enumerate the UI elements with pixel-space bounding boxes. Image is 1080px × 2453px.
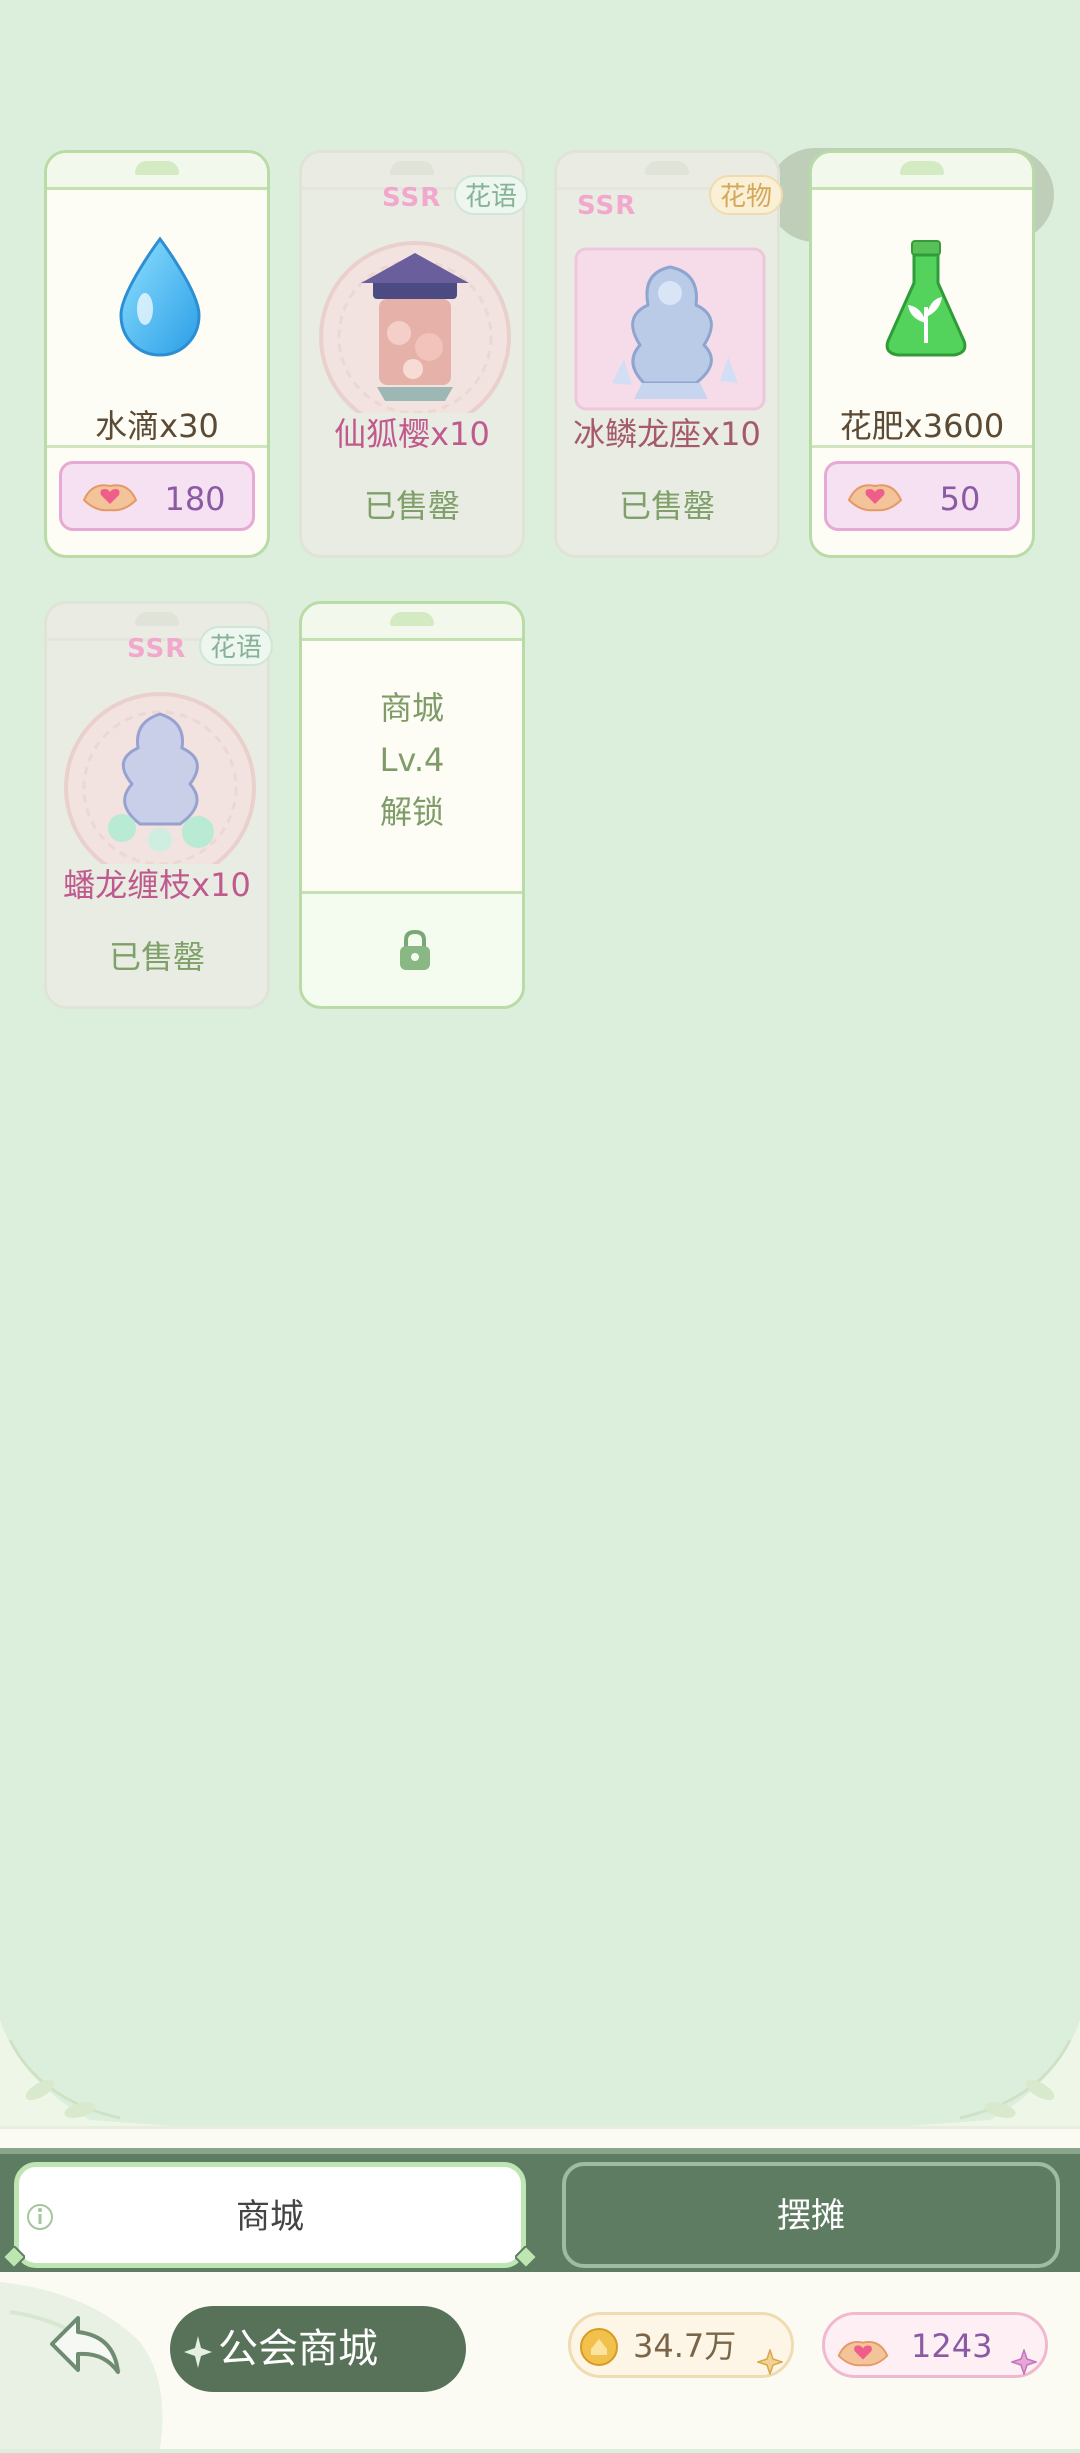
type-tag: 花语 [199, 626, 273, 666]
heart-lotus-coin-icon [80, 478, 140, 514]
card-divider [812, 445, 1032, 448]
add-gold-icon[interactable] [755, 2333, 785, 2377]
back-arrow-icon [48, 2310, 128, 2384]
type-tag: 花语 [454, 175, 528, 215]
price-button[interactable]: 180 [59, 461, 255, 531]
shop-item-coiled-dragon[interactable]: SSR 花语 蟠龙缠枝x10 已售罄 [44, 601, 273, 1009]
heart-currency[interactable]: 1243 [822, 2312, 1048, 2378]
item-name: 仙狐樱x10 [334, 415, 490, 453]
ssr-badge: SSR [577, 191, 637, 221]
shop-item-water[interactable]: 水滴x30 180 [44, 150, 270, 558]
shop-item-ice-dragon[interactable]: SSR 花物 冰鳞龙座x10 已售罄 [554, 150, 783, 558]
sold-out-label: 已售罄 [618, 487, 715, 525]
fertilizer-flask-icon [880, 237, 972, 359]
price-value: 180 [164, 480, 226, 518]
unlock-requirement: 商城 Lv.4 解锁 [302, 682, 522, 838]
card-hanger [390, 612, 434, 626]
ice-dragon-art [572, 213, 768, 413]
price-value: 50 [939, 480, 981, 518]
gold-coin-icon [579, 2325, 619, 2366]
bottom-tab-bar: 商城 摆摊 [0, 2148, 1080, 2278]
page-title-text: 公会商城 [218, 2326, 378, 2372]
ssr-badge: SSR [127, 634, 187, 664]
tab-shop-label: 商城 [236, 2197, 304, 2237]
floral-decoration-left [0, 2000, 200, 2130]
card-divider [47, 445, 267, 448]
sold-out-label: 已售罄 [363, 487, 460, 525]
card-hanger [645, 161, 689, 175]
fox-cherry-art [317, 213, 513, 433]
bottom-footer: 公会商城 34.7万 1243 [0, 2272, 1080, 2449]
gold-amount: 34.7万 [633, 2327, 737, 2365]
diamond-marker-icon [513, 2207, 539, 2270]
heart-lotus-coin-icon [845, 478, 905, 514]
item-name: 蟠龙缠枝x10 [63, 866, 251, 904]
floral-decoration-right [880, 2000, 1080, 2130]
tab-stall[interactable]: 摆摊 [562, 2162, 1060, 2268]
water-drop-icon [113, 235, 207, 359]
tab-stall-label: 摆摊 [777, 2196, 845, 2236]
gold-currency[interactable]: 34.7万 [568, 2312, 794, 2378]
add-hearts-icon[interactable] [1009, 2333, 1039, 2377]
shop-item-fertilizer[interactable]: 花肥x3600 50 [809, 150, 1035, 558]
item-name: 冰鳞龙座x10 [573, 415, 761, 453]
heart-amount: 1243 [911, 2327, 993, 2365]
card-hanger [135, 612, 179, 626]
locked-slot-card[interactable]: 商城 Lv.4 解锁 [299, 601, 525, 1009]
sparkle-icon [184, 2324, 212, 2374]
back-button[interactable] [40, 2302, 160, 2392]
card-hanger [135, 161, 179, 175]
unlock-line-2: Lv.4 [379, 741, 445, 779]
tab-shop[interactable]: 商城 [1, 2162, 539, 2270]
item-name: 水滴x30 [95, 407, 219, 445]
unlock-line-1: 商城 [379, 689, 444, 727]
sold-out-label: 已售罄 [108, 938, 205, 976]
coiled-dragon-art [62, 664, 258, 884]
price-button[interactable]: 50 [824, 461, 1020, 531]
heart-lotus-coin-icon [835, 2328, 891, 2367]
type-tag: 花物 [709, 175, 783, 215]
page-title: 公会商城 [170, 2306, 466, 2392]
ssr-badge: SSR [382, 183, 442, 213]
diamond-marker-icon [1, 2207, 27, 2270]
info-icon[interactable] [25, 2171, 55, 2230]
lock-icon [397, 928, 433, 972]
item-name: 花肥x3600 [839, 407, 1005, 445]
unlock-line-3: 解锁 [379, 793, 444, 831]
card-hanger [900, 161, 944, 175]
shop-item-fox-cherry[interactable]: SSR 花语 仙狐樱x10 已售罄 [299, 150, 528, 558]
card-hanger [390, 161, 434, 175]
lock-footer [302, 891, 522, 1006]
